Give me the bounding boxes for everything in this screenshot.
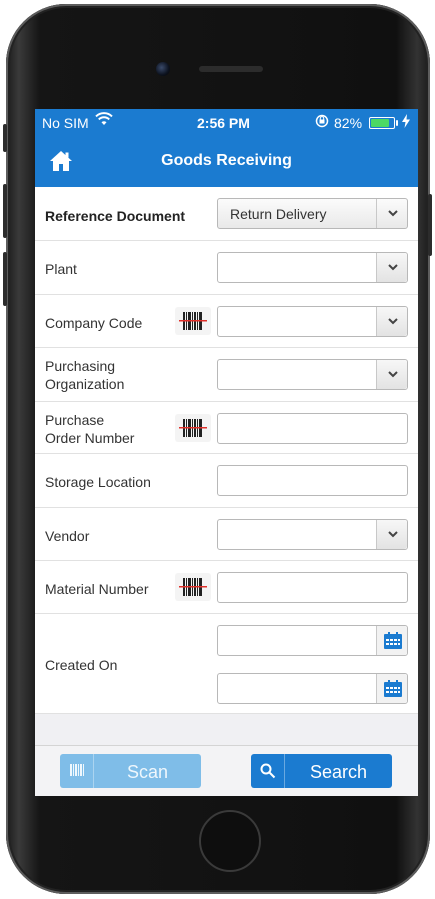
scan-button[interactable]: Scan	[60, 754, 201, 788]
storage-location-row: Storage Location	[35, 454, 418, 508]
created-on-from-date-input[interactable]	[217, 625, 408, 656]
volume-down-button	[3, 252, 7, 306]
created-on-to-calendar-button[interactable]	[376, 674, 407, 703]
chevron-down-icon	[388, 210, 398, 217]
barcode-icon	[179, 312, 207, 330]
storage-location-input[interactable]	[217, 465, 408, 496]
material-number-label: Material Number	[45, 581, 149, 597]
battery-tip	[396, 120, 398, 126]
reference-document-value: Return Delivery	[230, 206, 327, 222]
chevron-down-icon	[388, 318, 398, 325]
material-number-input[interactable]	[217, 572, 408, 603]
search-button[interactable]: Search	[251, 754, 392, 788]
company-code-row: Company Code	[35, 295, 418, 348]
vendor-row: Vendor	[35, 508, 418, 561]
purchase-order-input[interactable]	[217, 413, 408, 444]
vendor-dropdown-button[interactable]	[376, 520, 407, 549]
carrier-label: No SIM	[42, 115, 89, 131]
reference-document-row: Reference Document Return Delivery	[35, 187, 418, 241]
search-button-label: Search	[309, 762, 368, 782]
company-code-label: Company Code	[45, 315, 143, 331]
plant-row: Plant	[35, 241, 418, 295]
scan-barcode-icon	[60, 754, 94, 788]
battery-icon	[369, 117, 395, 129]
search-form: Reference Document Return Delivery Plant…	[35, 187, 418, 715]
purchase-order-row: Purchase Order Number	[35, 402, 418, 454]
clock: 2:56 PM	[197, 115, 250, 131]
created-on-label: Created On	[45, 657, 118, 673]
reference-document-dropdown-button[interactable]	[376, 199, 407, 228]
bottom-toolbar: Scan Search	[35, 745, 418, 796]
charging-bolt-icon	[402, 114, 410, 131]
wifi-icon	[95, 112, 113, 130]
purchase-order-label-line1: Purchase	[45, 412, 105, 428]
home-button[interactable]	[199, 810, 261, 872]
plant-label: Plant	[45, 261, 77, 277]
purchasing-organization-select[interactable]	[217, 359, 408, 390]
purchasing-organization-dropdown-button[interactable]	[376, 360, 407, 389]
orientation-lock-icon	[315, 114, 329, 131]
chevron-down-icon	[388, 531, 398, 538]
battery-percent: 82%	[334, 115, 363, 131]
calendar-icon	[384, 632, 402, 649]
material-number-row: Material Number	[35, 561, 418, 614]
search-icon	[251, 754, 285, 788]
chevron-down-icon	[388, 371, 398, 378]
calendar-icon	[384, 680, 402, 697]
earpiece-speaker	[199, 66, 263, 72]
purchasing-organization-label-line1: Purchasing	[45, 358, 116, 374]
scan-button-label: Scan	[126, 762, 169, 782]
plant-select[interactable]	[217, 252, 408, 283]
front-camera	[156, 62, 170, 76]
barcode-icon	[179, 578, 207, 596]
vendor-label: Vendor	[45, 528, 90, 544]
power-button	[428, 194, 432, 256]
barcode-icon	[179, 419, 207, 437]
form-bottom-spacer	[35, 713, 418, 745]
company-code-dropdown-button[interactable]	[376, 307, 407, 336]
plant-dropdown-button[interactable]	[376, 253, 407, 282]
chevron-down-icon	[388, 264, 398, 271]
battery-fill	[371, 119, 389, 127]
created-on-to-date-input[interactable]	[217, 673, 408, 704]
app-screen: No SIM 2:56 PM 82% Goods Receiving Refer…	[35, 109, 418, 796]
purchase-order-barcode-button[interactable]	[175, 414, 211, 442]
created-on-from-calendar-button[interactable]	[376, 626, 407, 655]
mute-switch	[3, 124, 7, 152]
company-code-select[interactable]	[217, 306, 408, 337]
purchasing-organization-label-line2: Organization	[45, 376, 125, 392]
purchasing-organization-label: Purchasing Organization	[45, 357, 124, 393]
reference-document-select[interactable]: Return Delivery	[217, 198, 408, 229]
purchase-order-label-line2: Order Number	[45, 430, 135, 446]
reference-document-label: Reference Document	[45, 208, 186, 224]
purchase-order-label: Purchase Order Number	[45, 411, 134, 447]
volume-up-button	[3, 184, 7, 238]
vendor-select[interactable]	[217, 519, 408, 550]
page-title: Goods Receiving	[161, 152, 292, 169]
created-on-row: Created On	[35, 614, 418, 715]
storage-location-label: Storage Location	[45, 474, 151, 490]
purchasing-organization-row: Purchasing Organization	[35, 348, 418, 402]
company-code-barcode-button[interactable]	[175, 307, 211, 335]
material-number-barcode-button[interactable]	[175, 573, 211, 601]
nav-bar: Goods Receiving	[35, 137, 418, 187]
status-bar: No SIM 2:56 PM 82%	[35, 109, 418, 137]
